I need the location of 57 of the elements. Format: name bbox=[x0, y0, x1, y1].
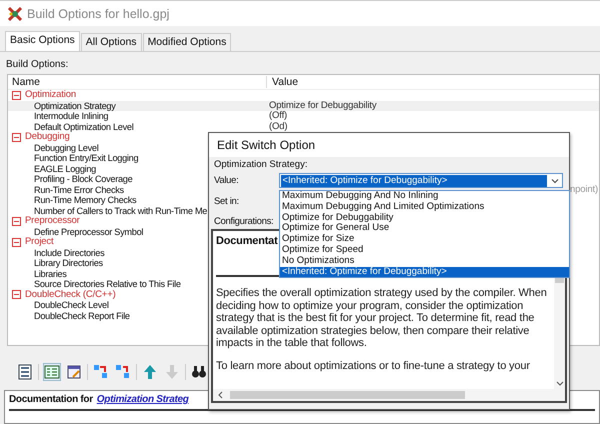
option-row[interactable]: Intermodule Inlining (Off) bbox=[8, 111, 599, 122]
toolbar-button[interactable] bbox=[65, 363, 83, 381]
documentation-heading: Documentation for bbox=[9, 394, 93, 405]
option-value: (Od) bbox=[269, 122, 288, 132]
category-label[interactable]: DoubleCheck (C/C++) bbox=[25, 290, 116, 300]
option-row[interactable]: Optimization Strategy Optimize for Debuggability bbox=[8, 100, 599, 111]
collapse-icon[interactable] bbox=[12, 238, 21, 247]
app-icon bbox=[8, 6, 22, 20]
category-label[interactable]: Debugging bbox=[25, 132, 70, 142]
dropdown-option[interactable]: No Optimizations bbox=[280, 256, 569, 267]
collapse-icon[interactable] bbox=[12, 216, 21, 226]
column-header[interactable]: Name bbox=[8, 76, 267, 88]
collapse-icon[interactable] bbox=[12, 290, 21, 300]
dropdown-option[interactable]: Optimize for Size bbox=[280, 234, 569, 245]
toolbar-button[interactable] bbox=[16, 363, 34, 381]
option-name: Source Directories Relative to This File bbox=[34, 279, 181, 290]
scroll-down-icon[interactable] bbox=[556, 381, 564, 387]
category-label[interactable]: Project bbox=[25, 237, 54, 248]
option-name: Default Optimization Level bbox=[34, 122, 134, 132]
horizontal-scrollbar[interactable] bbox=[213, 389, 565, 401]
option-label: Optimization Strategy: bbox=[214, 159, 308, 172]
field-label: Configurations: bbox=[214, 216, 274, 227]
tab[interactable]: Modified Options bbox=[142, 33, 232, 51]
dropdown-option[interactable]: Optimize for Speed bbox=[280, 244, 569, 256]
collapse-icon[interactable] bbox=[12, 90, 21, 100]
window-title: Build Options for hello.gpj bbox=[27, 6, 170, 20]
dropdown-option[interactable]: Maximum Debugging And Limited Optimizations bbox=[280, 202, 569, 213]
dropdown-option[interactable]: Optimize for Debuggability bbox=[280, 212, 569, 224]
dropdown-option[interactable]: Maximum Debugging And No Inlining bbox=[280, 191, 569, 202]
category-label[interactable]: Optimization bbox=[25, 90, 76, 100]
documentation-heading: Documentat bbox=[216, 235, 278, 249]
documentation-link[interactable]: Optimization Strateg bbox=[96, 394, 189, 405]
toolbar-button[interactable] bbox=[92, 363, 110, 381]
tab[interactable]: Basic Options bbox=[5, 31, 80, 51]
dropdown-option[interactable]: <Inherited: Optimize for Debuggability> bbox=[280, 266, 569, 278]
option-value: Optimize for Debuggability bbox=[269, 100, 377, 111]
toolbar-button[interactable] bbox=[114, 363, 132, 381]
documentation-text: Specifies the overall optimization strategy used by the compiler. When deciding how to optimize your program, consider the optimization strategy that is the best fit for your project. To determine fit, read the available optimization strategies below, then compare their relative impacts in the table that follows. bbox=[216, 287, 548, 350]
option-name: Optimization Strategy bbox=[34, 100, 116, 111]
field-label: Value: bbox=[214, 175, 240, 186]
collapse-icon[interactable] bbox=[12, 132, 21, 142]
dropdown-option[interactable]: Optimize for General Use bbox=[280, 223, 569, 234]
category-label[interactable]: Preprocessor bbox=[25, 216, 80, 226]
toolbar-button[interactable] bbox=[43, 363, 61, 381]
dialog-title: Edit Switch Option bbox=[209, 133, 569, 157]
option-row[interactable]: Default Optimization Level (Od) bbox=[8, 122, 599, 132]
option-value: (Off) bbox=[269, 111, 288, 122]
tab[interactable]: All Options bbox=[80, 33, 142, 51]
documentation-text: To learn more about optimizations or to fine-tune a strategy to your bbox=[216, 360, 531, 372]
scroll-thumb[interactable] bbox=[230, 391, 465, 399]
option-name: Function Entry/Exit Logging bbox=[34, 153, 138, 164]
scroll-left-icon[interactable] bbox=[218, 391, 224, 399]
field-label: Set in: bbox=[214, 196, 240, 207]
option-name: Intermodule Inlining bbox=[34, 111, 108, 122]
column-header[interactable]: Value bbox=[267, 76, 298, 88]
section-label: Build Options: bbox=[5, 58, 70, 71]
value-dropdown[interactable]: <Inherited: Optimize for Debuggability> bbox=[278, 173, 563, 188]
